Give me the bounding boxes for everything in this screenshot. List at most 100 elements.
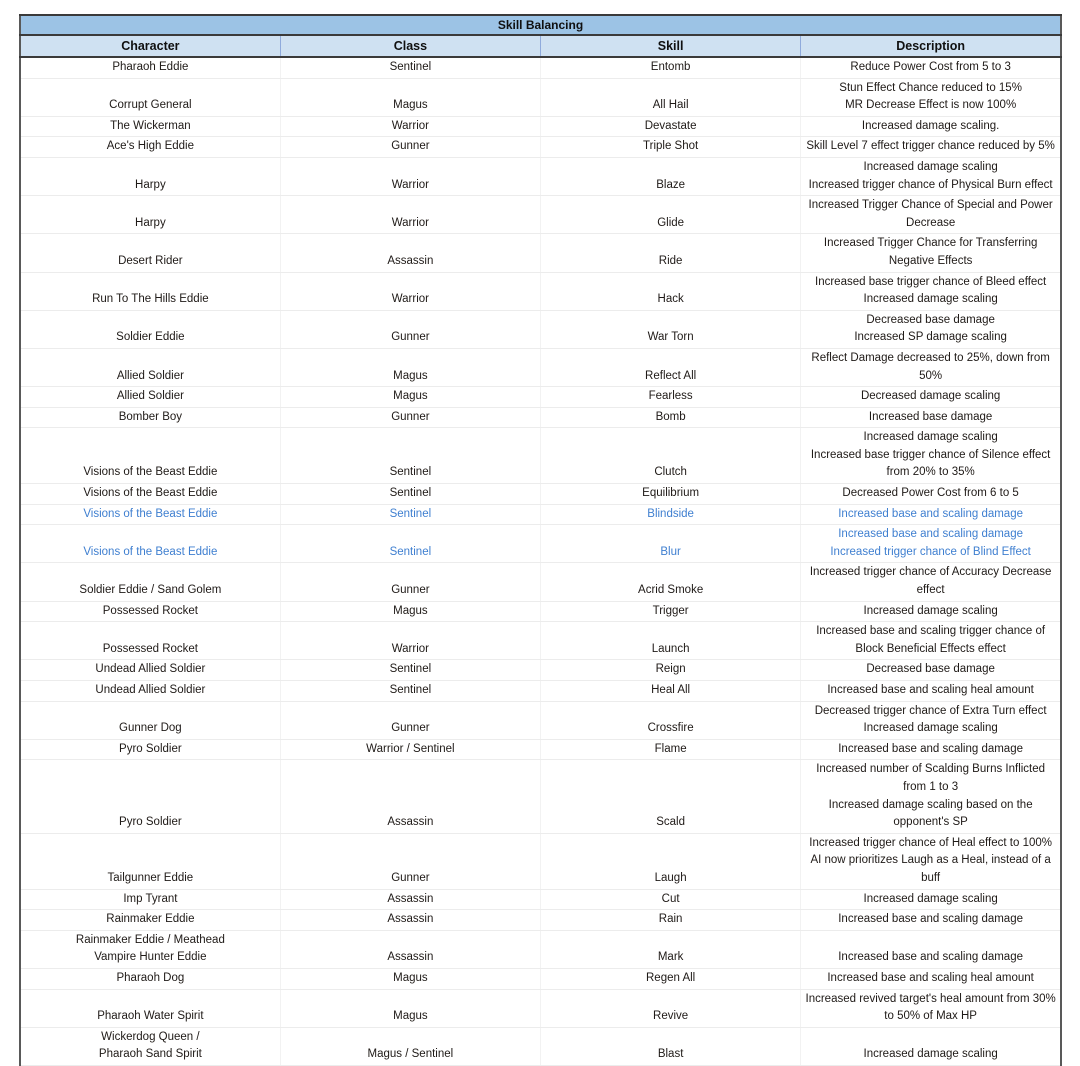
table-row[interactable]: Imp TyrantAssassinCutIncreased damage sc… [20, 889, 1061, 910]
table-row[interactable]: Bomber BoyGunnerBombIncreased base damag… [20, 407, 1061, 428]
table-row[interactable]: Pyro SoldierAssassinScaldIncreased numbe… [20, 760, 1061, 833]
cell-class[interactable]: Sentinel [280, 681, 540, 702]
cell-description[interactable]: Increased damage scaling [801, 601, 1061, 622]
cell-skill[interactable]: Heal All [541, 681, 801, 702]
cell-character[interactable]: Gunner Dog [20, 701, 280, 739]
cell-character[interactable]: Rainmaker Eddie [20, 910, 280, 931]
cell-description[interactable]: Increased base and scaling damage [801, 930, 1061, 968]
table-row[interactable]: Run To The Hills EddieWarriorHackIncreas… [20, 272, 1061, 310]
cell-character[interactable]: Visions of the Beast Eddie [20, 525, 280, 563]
cell-class[interactable]: Magus [280, 601, 540, 622]
cell-class[interactable]: Assassin [280, 910, 540, 931]
cell-skill[interactable]: Blindside [541, 504, 801, 525]
cell-description[interactable]: Stun Effect Chance reduced to 15% MR Dec… [801, 78, 1061, 116]
cell-description[interactable]: Decreased Power Cost from 6 to 5 [801, 484, 1061, 505]
table-row[interactable]: Allied SoldierMagusFearlessDecreased dam… [20, 387, 1061, 408]
cell-description[interactable]: Decreased damage scaling [801, 387, 1061, 408]
cell-skill[interactable]: All Hail [541, 78, 801, 116]
cell-description[interactable]: Increased Trigger Chance of Special and … [801, 196, 1061, 234]
cell-character[interactable]: Pharaoh Eddie [20, 57, 280, 78]
table-row[interactable]: Wickerdog Queen / Pharaoh Sand SpiritMag… [20, 1027, 1061, 1065]
cell-character[interactable]: Bomber Boy [20, 407, 280, 428]
cell-character[interactable]: Pyro Soldier [20, 739, 280, 760]
cell-skill[interactable]: Blur [541, 525, 801, 563]
table-row[interactable]: Pyro SoldierWarrior / SentinelFlameIncre… [20, 739, 1061, 760]
cell-character[interactable]: Soldier Eddie / Sand Golem [20, 563, 280, 601]
cell-class[interactable]: Assassin [280, 930, 540, 968]
table-row[interactable]: Rainmaker Eddie / Meathead Vampire Hunte… [20, 930, 1061, 968]
cell-class[interactable]: Gunner [280, 137, 540, 158]
table-row[interactable]: Undead Allied SoldierSentinelReignDecrea… [20, 660, 1061, 681]
table-row[interactable]: Pharaoh DogMagusRegen AllIncreased base … [20, 968, 1061, 989]
cell-class[interactable]: Magus / Sentinel [280, 1027, 540, 1065]
cell-description[interactable]: Increased damage scaling. [801, 116, 1061, 137]
table-row[interactable]: Gunner DogGunnerCrossfireDecreased trigg… [20, 701, 1061, 739]
cell-description[interactable]: Increased base and scaling damage [801, 739, 1061, 760]
table-row[interactable]: Allied SoldierMagusReflect AllReflect Da… [20, 348, 1061, 386]
cell-character[interactable]: Possessed Rocket [20, 622, 280, 660]
cell-class[interactable]: Warrior [280, 622, 540, 660]
cell-skill[interactable]: Reign [541, 660, 801, 681]
cell-description[interactable]: Decreased base damage [801, 660, 1061, 681]
cell-description[interactable]: Increased trigger chance of Heal effect … [801, 833, 1061, 889]
cell-skill[interactable]: War Torn [541, 310, 801, 348]
cell-skill[interactable]: Fearless [541, 387, 801, 408]
cell-class[interactable]: Gunner [280, 701, 540, 739]
cell-class[interactable]: Sentinel [280, 525, 540, 563]
cell-description[interactable]: Decreased trigger chance of Extra Turn e… [801, 701, 1061, 739]
cell-class[interactable]: Magus [280, 78, 540, 116]
cell-description[interactable]: Increased number of Scalding Burns Infli… [801, 760, 1061, 833]
cell-skill[interactable]: Rain [541, 910, 801, 931]
cell-description[interactable]: Increased base and scaling heal amount [801, 968, 1061, 989]
cell-description[interactable]: Increased Trigger Chance for Transferrin… [801, 234, 1061, 272]
cell-description[interactable]: Increased base and scaling trigger chanc… [801, 622, 1061, 660]
cell-description[interactable]: Increased damage scaling Increased trigg… [801, 157, 1061, 195]
table-row[interactable]: Possessed RocketWarriorLaunchIncreased b… [20, 622, 1061, 660]
cell-class[interactable]: Warrior [280, 116, 540, 137]
cell-character[interactable]: Possessed Rocket [20, 601, 280, 622]
cell-class[interactable]: Assassin [280, 234, 540, 272]
cell-skill[interactable]: Laugh [541, 833, 801, 889]
cell-character[interactable]: Wickerdog Queen / Pharaoh Sand Spirit [20, 1027, 280, 1065]
cell-class[interactable]: Warrior [280, 272, 540, 310]
cell-description[interactable]: Increased base and scaling damage [801, 504, 1061, 525]
cell-character[interactable]: Visions of the Beast Eddie [20, 484, 280, 505]
cell-skill[interactable]: Regen All [541, 968, 801, 989]
cell-class[interactable]: Sentinel [280, 428, 540, 484]
cell-class[interactable]: Sentinel [280, 660, 540, 681]
cell-character[interactable]: Pyro Soldier [20, 760, 280, 833]
table-row[interactable]: HarpyWarriorBlazeIncreased damage scalin… [20, 157, 1061, 195]
cell-skill[interactable]: Trigger [541, 601, 801, 622]
cell-description[interactable]: Increased damage scaling [801, 889, 1061, 910]
cell-character[interactable]: Ace's High Eddie [20, 137, 280, 158]
cell-character[interactable]: Visions of the Beast Eddie [20, 428, 280, 484]
cell-character[interactable]: Visions of the Beast Eddie [20, 504, 280, 525]
cell-character[interactable]: Harpy [20, 196, 280, 234]
cell-character[interactable]: Rainmaker Eddie / Meathead Vampire Hunte… [20, 930, 280, 968]
cell-skill[interactable]: Hack [541, 272, 801, 310]
table-row[interactable]: Desert RiderAssassinRideIncreased Trigge… [20, 234, 1061, 272]
cell-character[interactable]: Allied Soldier [20, 387, 280, 408]
table-row[interactable]: Undead Allied SoldierSentinelHeal AllInc… [20, 681, 1061, 702]
cell-character[interactable]: Pharaoh Water Spirit [20, 989, 280, 1027]
cell-skill[interactable]: Entomb [541, 57, 801, 78]
cell-class[interactable]: Gunner [280, 833, 540, 889]
cell-character[interactable]: Corrupt General [20, 78, 280, 116]
cell-character[interactable]: Tailgunner Eddie [20, 833, 280, 889]
cell-skill[interactable]: Bomb [541, 407, 801, 428]
table-row[interactable]: Rainmaker EddieAssassinRainIncreased bas… [20, 910, 1061, 931]
cell-description[interactable]: Increased revived target's heal amount f… [801, 989, 1061, 1027]
cell-class[interactable]: Sentinel [280, 57, 540, 78]
cell-character[interactable]: Undead Allied Soldier [20, 681, 280, 702]
cell-description[interactable]: Increased base trigger chance of Bleed e… [801, 272, 1061, 310]
cell-skill[interactable]: Mark [541, 930, 801, 968]
cell-character[interactable]: Imp Tyrant [20, 889, 280, 910]
cell-skill[interactable]: Equilibrium [541, 484, 801, 505]
cell-class[interactable]: Assassin [280, 889, 540, 910]
cell-class[interactable]: Gunner [280, 407, 540, 428]
column-header-skill[interactable]: Skill [541, 35, 801, 57]
table-row[interactable]: Visions of the Beast EddieSentinelBlinds… [20, 504, 1061, 525]
cell-description[interactable]: Increased base damage [801, 407, 1061, 428]
column-header-class[interactable]: Class [280, 35, 540, 57]
cell-skill[interactable]: Launch [541, 622, 801, 660]
